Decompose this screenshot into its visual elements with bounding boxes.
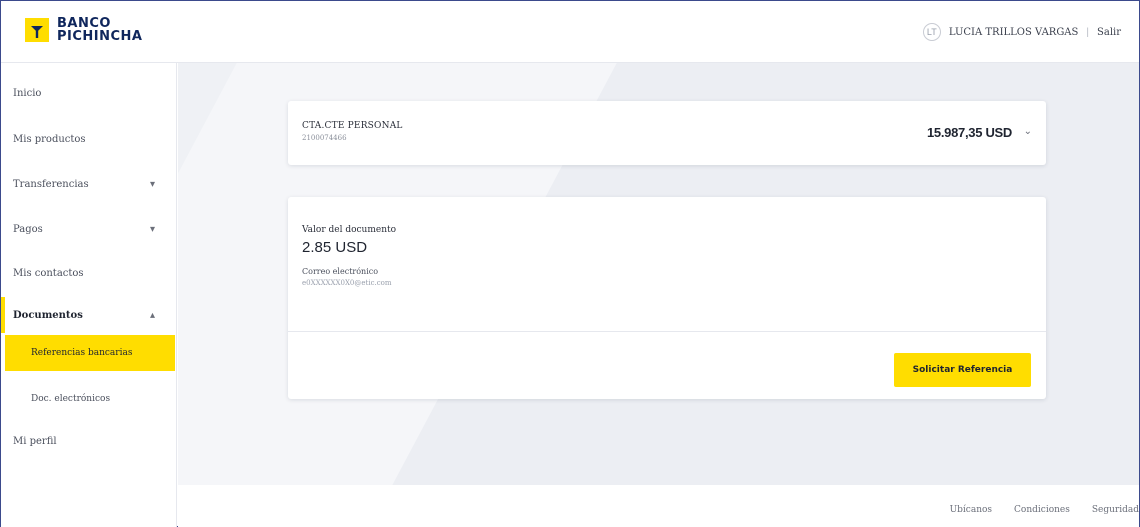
email-value: e0XXXXXX0X0@etic.com <box>302 279 392 287</box>
document-card: Valor del documento 2.85 USD Correo elec… <box>288 197 1046 399</box>
footer-link-ubicanos[interactable]: Ubícanos <box>950 505 992 515</box>
footer-link-condiciones[interactable]: Condiciones <box>1014 505 1070 515</box>
logout-link[interactable]: Salir <box>1097 27 1121 38</box>
divider <box>288 331 1046 332</box>
sidebar-item-documentos[interactable]: Documentos ▴ <box>1 297 177 333</box>
sidebar-item-label: Mi perfil <box>13 435 57 447</box>
sidebar-item-label: Documentos <box>13 309 83 321</box>
sidebar-item-label: Mis productos <box>13 133 86 145</box>
document-value-label: Valor del documento <box>302 225 397 235</box>
sidebar-item-mis-contactos[interactable]: Mis contactos <box>1 255 177 291</box>
account-balance: 15.987,35 USD <box>927 125 1012 140</box>
sidebar-item-label: Pagos <box>13 223 43 235</box>
header-separator: | <box>1086 26 1089 38</box>
sidebar-subitem-referencias-bancarias[interactable]: Referencias bancarias <box>5 335 175 371</box>
avatar[interactable]: LT <box>922 23 941 41</box>
account-selector[interactable]: CTA.CTE PERSONAL 2100074466 15.987,35 US… <box>288 101 1046 165</box>
chevron-down-icon[interactable]: ⌄ <box>1024 126 1032 137</box>
sidebar-item-label: Transferencias <box>13 178 89 190</box>
sidebar-item-inicio[interactable]: Inicio <box>1 75 177 111</box>
logo-text: BANCO PICHINCHA <box>57 17 142 43</box>
sidebar-subitem-doc-electronicos[interactable]: Doc. electrónicos <box>5 381 177 417</box>
footer-links: Ubícanos Condiciones Seguridad <box>928 505 1139 515</box>
sidebar-subitem-label: Referencias bancarias <box>31 348 133 358</box>
sidebar: Inicio Mis productos Transferencias ▾ Pa… <box>1 63 177 527</box>
sidebar-item-pagos[interactable]: Pagos ▾ <box>1 211 177 247</box>
sidebar-item-label: Inicio <box>13 87 42 99</box>
account-name: CTA.CTE PERSONAL <box>302 121 403 131</box>
logo-mark-icon <box>25 18 49 42</box>
main-content: CTA.CTE PERSONAL 2100074466 15.987,35 US… <box>178 63 1139 485</box>
chevron-down-icon: ▾ <box>149 223 155 235</box>
request-reference-button[interactable]: Solicitar Referencia <box>894 353 1031 387</box>
chevron-down-icon: ▾ <box>149 178 155 190</box>
top-header: BANCO PICHINCHA LT LUCIA TRILLOS VARGAS … <box>1 1 1139 63</box>
sidebar-subitem-label: Doc. electrónicos <box>31 394 111 404</box>
sidebar-item-transferencias[interactable]: Transferencias ▾ <box>1 166 177 202</box>
sidebar-item-label: Mis contactos <box>13 267 84 279</box>
footer: Ubícanos Condiciones Seguridad <box>178 485 1139 527</box>
sidebar-item-mi-perfil[interactable]: Mi perfil <box>1 423 177 459</box>
email-label: Correo electrónico <box>302 267 379 276</box>
user-area: LT LUCIA TRILLOS VARGAS | Salir <box>922 23 1121 41</box>
account-number: 2100074466 <box>302 134 347 142</box>
footer-link-seguridad[interactable]: Seguridad <box>1092 505 1139 515</box>
username[interactable]: LUCIA TRILLOS VARGAS <box>949 27 1079 38</box>
chevron-up-icon: ▴ <box>149 309 155 321</box>
bank-logo[interactable]: BANCO PICHINCHA <box>25 17 142 43</box>
logo-line-2: PICHINCHA <box>57 29 143 44</box>
document-value: 2.85 USD <box>302 239 368 256</box>
sidebar-item-mis-productos[interactable]: Mis productos <box>1 121 177 157</box>
